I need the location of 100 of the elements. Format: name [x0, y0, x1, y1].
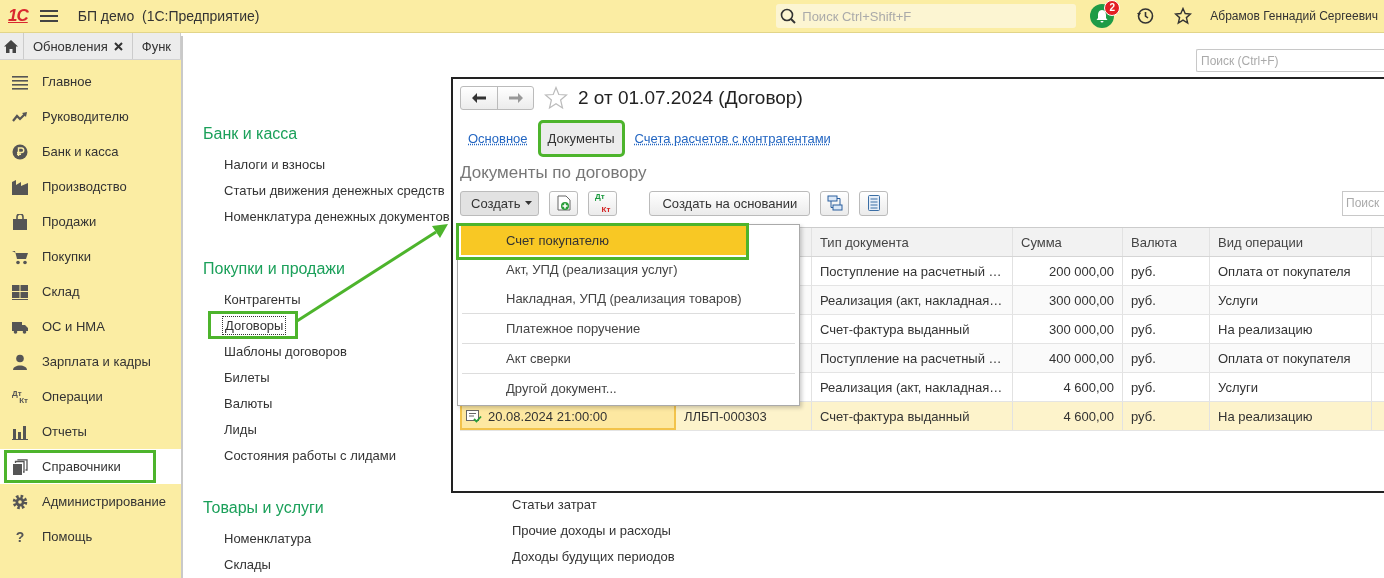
debit-credit-button[interactable]: Дт Кт — [588, 190, 618, 216]
menu-item[interactable]: Счет покупателю — [461, 226, 749, 255]
sidebar-label: Зарплата и кадры — [42, 354, 151, 369]
home-icon — [4, 39, 19, 53]
catalog-link[interactable]: Договоры — [222, 315, 287, 335]
tab[interactable]: Основное — [460, 121, 536, 155]
catalog-link[interactable]: Налоги и взносы — [222, 155, 328, 173]
table-cell: руб. — [1123, 373, 1210, 401]
search-icon — [780, 8, 797, 24]
sidebar-label: Главное — [42, 74, 92, 89]
search-field[interactable]: Поиск (Ctrl+F) — [1196, 49, 1384, 72]
column-header[interactable]: Валюта — [1123, 228, 1210, 256]
table-cell: руб. — [1123, 286, 1210, 314]
bell-icon — [1095, 9, 1110, 23]
catalog-link[interactable]: Контрагенты — [222, 290, 303, 308]
menu-item[interactable]: Другой документ... — [458, 374, 799, 403]
section-heading: Банк и касса — [203, 124, 298, 144]
star-icon[interactable] — [1174, 7, 1193, 25]
sidebar-item[interactable]: ОС и НМА — [0, 309, 181, 344]
sidebar-label: Склад — [42, 284, 80, 299]
search-field[interactable]: Поиск Ctrl+Shift+F — [776, 4, 1077, 28]
close-icon[interactable] — [113, 41, 123, 51]
table-cell: 4 600,00 — [1013, 402, 1123, 430]
catalog-link[interactable]: Лиды — [222, 420, 259, 438]
catalog-link[interactable]: Склады — [222, 555, 273, 573]
structure-icon — [826, 195, 843, 211]
notifications-button[interactable] — [1090, 4, 1115, 28]
sidebar-item[interactable]: Покупки — [0, 239, 181, 274]
table-cell: 300 000,00 — [1013, 315, 1123, 343]
sidebar-item[interactable]: Производство — [0, 169, 181, 204]
table-cell: 200 000,00 — [1013, 257, 1123, 285]
tab[interactable]: Документы — [539, 121, 623, 155]
menu-icon[interactable] — [39, 9, 58, 23]
history-icon[interactable] — [1136, 7, 1155, 25]
caret-icon — [525, 201, 533, 205]
table-cell: Счет-фактура выданный — [812, 402, 1013, 430]
catalog-link[interactable]: Билеты — [222, 368, 272, 386]
user-name[interactable]: Абрамов Геннадий Сергеевич — [1210, 9, 1378, 23]
catalog-link[interactable]: Состояния работы с лидами — [222, 446, 399, 464]
create-button[interactable]: Создать — [460, 190, 540, 216]
grid-icon — [12, 283, 28, 300]
catalog-link[interactable]: Номенклатура — [222, 529, 314, 547]
help-icon: ? — [12, 528, 28, 545]
column-header[interactable]: Сумма — [1013, 228, 1123, 256]
table-cell: 400 000,00 — [1013, 344, 1123, 372]
sidebar-item[interactable]: ? Помощь — [0, 519, 181, 554]
back-icon — [472, 93, 486, 103]
table-cell: Оплата от покупателя — [1210, 257, 1372, 285]
sidebar-item[interactable]: Банк и касса — [0, 134, 181, 169]
sidebar-item[interactable]: Дт Кт Операции — [0, 379, 181, 414]
sidebar-item[interactable]: Продажи — [0, 204, 181, 239]
cart-icon — [12, 248, 28, 265]
menu-item[interactable]: Акт сверки — [458, 344, 799, 373]
search-input[interactable]: Поиск Ctrl+Shift+F — [800, 7, 1065, 25]
column-header[interactable]: Вид операции — [1210, 228, 1372, 256]
add-document-button[interactable] — [549, 190, 579, 216]
section-heading: Покупки и продажи — [203, 259, 345, 279]
sidebar-item[interactable]: Склад — [0, 274, 181, 309]
catalog-link[interactable]: Прочие доходы и расходы — [510, 521, 673, 539]
table-cell: Реализация (акт, накладная… — [812, 373, 1013, 401]
catalog-link[interactable]: Статьи затрат — [510, 495, 599, 513]
sidebar-item[interactable]: Главное — [0, 64, 181, 99]
menu-item[interactable]: Накладная, УПД (реализация товаров) — [458, 284, 799, 313]
books-icon — [12, 458, 28, 475]
column-header[interactable]: Тип документа — [812, 228, 1013, 256]
table-cell: руб. — [1123, 344, 1210, 372]
menu-item[interactable]: Акт, УПД (реализация услуг) — [458, 255, 799, 284]
sidebar-label: Отчеты — [42, 424, 87, 439]
sidebar-item[interactable]: Руководителю — [0, 99, 181, 134]
forward-icon — [508, 93, 523, 103]
create-based-on-button[interactable]: Создать на основании — [649, 190, 811, 216]
open-tab[interactable]: Обновления — [23, 33, 133, 59]
sidebar-label: Помощь — [42, 529, 93, 544]
catalog-link[interactable]: Доходы будущих периодов — [510, 547, 677, 565]
catalog-link[interactable]: Статьи движения денежных средств — [222, 181, 447, 199]
star-icon[interactable] — [544, 86, 568, 110]
chart-icon — [12, 423, 28, 440]
table-cell: Поступление на расчетный … — [812, 344, 1013, 372]
table-cell: Счет-фактура выданный — [812, 315, 1013, 343]
app-title: БП демо (1С:Предприятие) — [77, 8, 260, 24]
table-cell: руб. — [1123, 402, 1210, 430]
table-cell: 20.08.2024 21:00:00 — [488, 408, 608, 424]
catalog-link[interactable]: Шаблоны договоров — [222, 342, 349, 360]
tab[interactable]: Счета расчетов с контрагентами — [626, 121, 839, 155]
sidebar-item[interactable]: Администрирование — [0, 484, 181, 519]
add-document-icon — [556, 195, 571, 211]
table-row[interactable]: 20.08.2024 21:00:00 ЛЛБП-000303 Счет-фактура выданный 4 600,00 руб. На реализацию — [460, 402, 1384, 431]
sidebar-label: ОС и НМА — [42, 319, 105, 334]
section-heading: Документы по договору — [460, 162, 648, 184]
list-button[interactable] — [859, 190, 889, 216]
sidebar-item[interactable]: Отчеты — [0, 414, 181, 449]
catalog-link[interactable]: Номенклатура денежных документов — [222, 207, 452, 225]
sidebar-item[interactable]: Справочники — [0, 449, 181, 484]
catalog-link[interactable]: Валюты — [222, 394, 275, 412]
sidebar-item[interactable]: Зарплата и кадры — [0, 344, 181, 379]
structure-button[interactable] — [820, 190, 850, 216]
search-field[interactable]: Поиск — [1342, 190, 1384, 216]
menu-item[interactable]: Платежное поручение — [458, 314, 799, 343]
table-cell: 300 000,00 — [1013, 286, 1123, 314]
notification-count: 2 — [1104, 0, 1121, 16]
